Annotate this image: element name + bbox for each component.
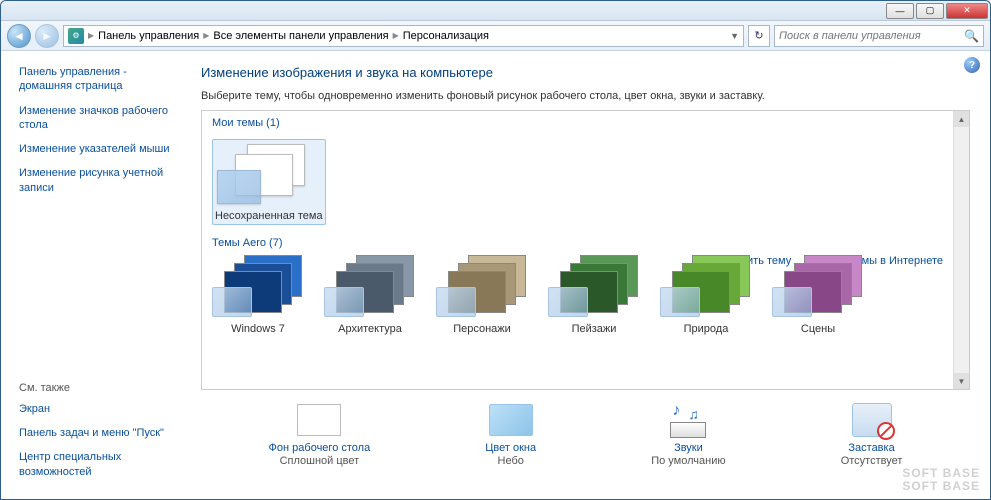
page-title: Изменение изображения и звука на компьют… (201, 65, 970, 80)
sidebar-home[interactable]: Панель управления - домашняя страница (19, 65, 181, 94)
sidebar-mouse-pointers[interactable]: Изменение указателей мыши (19, 142, 181, 156)
breadcrumb-dropdown-icon[interactable]: ▼ (730, 31, 739, 41)
theme-label: Персонажи (436, 323, 528, 335)
main-content: ? Изменение изображения и звука на компь… (191, 51, 990, 499)
theme-unsaved[interactable]: Несохраненная тема (212, 139, 326, 225)
sounds-option[interactable]: ♪♫ Звуки По умолчанию (651, 402, 725, 467)
aero-theme-4[interactable]: Природа (660, 255, 752, 335)
aero-theme-3[interactable]: Пейзажи (548, 255, 640, 335)
aero-themes-row: Windows 7 Архитектура Персонажи Пейзажи … (212, 255, 959, 335)
crumb-control-panel[interactable]: Панель управления (98, 30, 199, 42)
page-subtitle: Выберите тему, чтобы одновременно измени… (201, 90, 970, 102)
see-also-label: См. также (19, 382, 181, 394)
window: — ▢ ✕ ◄ ► ⚙ ▶ Панель управления ▶ Все эл… (0, 0, 991, 500)
aero-theme-0[interactable]: Windows 7 (212, 255, 304, 335)
theme-label: Пейзажи (548, 323, 640, 335)
themes-panel: Мои темы (1) Несохраненная тема Сохранит… (201, 110, 970, 390)
sidebar-display[interactable]: Экран (19, 402, 181, 416)
screensaver-icon (852, 403, 892, 437)
screensaver-option[interactable]: Заставка Отсутствует (841, 402, 903, 467)
minimize-button[interactable]: — (886, 3, 914, 19)
aero-theme-5[interactable]: Сцены (772, 255, 864, 335)
chevron-right-icon: ▶ (203, 31, 209, 40)
sidebar-taskbar[interactable]: Панель задач и меню "Пуск" (19, 426, 181, 440)
scrollbar[interactable]: ▲ ▼ (953, 111, 969, 389)
crumb-personalization[interactable]: Персонализация (403, 30, 489, 42)
option-value: Сплошной цвет (269, 455, 371, 467)
sidebar-account-picture[interactable]: Изменение рисунка учетной записи (19, 166, 181, 195)
sound-icon: ♪♫ (666, 402, 710, 438)
maximize-button[interactable]: ▢ (916, 3, 944, 19)
search-input[interactable] (779, 30, 964, 42)
sidebar-desktop-icons[interactable]: Изменение значков рабочего стола (19, 104, 181, 133)
sidebar-ease-of-access[interactable]: Центр специальных возможностей (19, 450, 181, 479)
forward-button[interactable]: ► (35, 24, 59, 48)
aero-theme-2[interactable]: Персонажи (436, 255, 528, 335)
chevron-right-icon: ▶ (393, 31, 399, 40)
option-value: Отсутствует (841, 455, 903, 467)
theme-label: Природа (660, 323, 752, 335)
theme-label: Windows 7 (212, 323, 304, 335)
help-icon[interactable]: ? (964, 57, 980, 73)
watermark: SOFT BASE SOFT BASE (902, 467, 980, 493)
address-bar: ◄ ► ⚙ ▶ Панель управления ▶ Все элементы… (1, 21, 990, 51)
control-panel-icon: ⚙ (68, 28, 84, 44)
breadcrumb[interactable]: ⚙ ▶ Панель управления ▶ Все элементы пан… (63, 25, 744, 47)
search-box[interactable]: 🔍 (774, 25, 984, 47)
disabled-icon (877, 422, 895, 440)
search-icon: 🔍 (964, 29, 979, 43)
option-link: Заставка (841, 442, 903, 454)
option-link: Фон рабочего стола (269, 442, 371, 454)
option-link: Звуки (651, 442, 725, 454)
background-icon (297, 404, 341, 436)
option-value: По умолчанию (651, 455, 725, 467)
color-icon (489, 404, 533, 436)
back-button[interactable]: ◄ (7, 24, 31, 48)
my-themes-label: Мои темы (1) (212, 117, 959, 129)
bottom-options: Фон рабочего стола Сплошной цвет Цвет ок… (201, 402, 970, 467)
aero-theme-1[interactable]: Архитектура (324, 255, 416, 335)
theme-label: Несохраненная тема (215, 210, 323, 222)
crumb-all-items[interactable]: Все элементы панели управления (213, 30, 388, 42)
refresh-button[interactable]: ↻ (748, 25, 770, 47)
desktop-background-option[interactable]: Фон рабочего стола Сплошной цвет (269, 402, 371, 467)
option-value: Небо (485, 455, 536, 467)
window-color-option[interactable]: Цвет окна Небо (485, 402, 536, 467)
close-button[interactable]: ✕ (946, 3, 988, 19)
theme-label: Сцены (772, 323, 864, 335)
scroll-up-icon[interactable]: ▲ (954, 111, 969, 127)
theme-preview-glass (217, 170, 261, 204)
chevron-right-icon: ▶ (88, 31, 94, 40)
sidebar: Панель управления - домашняя страница Из… (1, 51, 191, 499)
theme-label: Архитектура (324, 323, 416, 335)
scroll-down-icon[interactable]: ▼ (954, 373, 969, 389)
aero-themes-label: Темы Aero (7) (212, 237, 959, 249)
titlebar: — ▢ ✕ (1, 1, 990, 21)
option-link: Цвет окна (485, 442, 536, 454)
